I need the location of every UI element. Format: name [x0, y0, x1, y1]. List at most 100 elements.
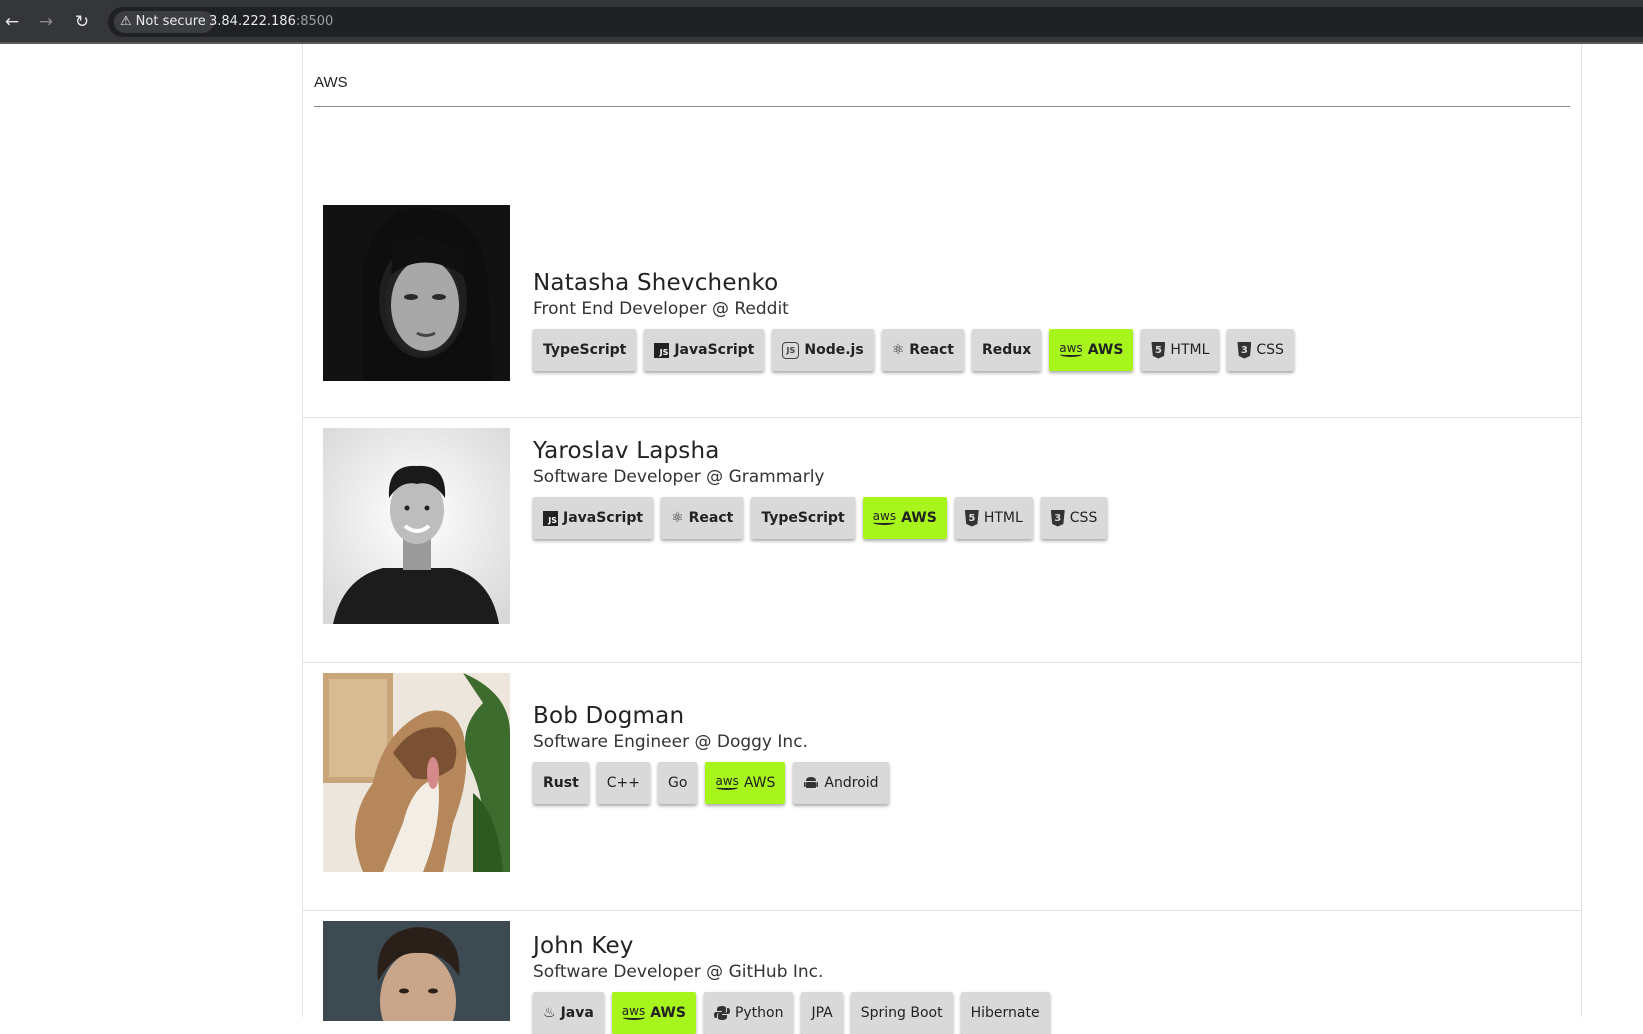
- person-name: Bob Dogman: [533, 703, 685, 729]
- skill-label: Spring Boot: [860, 1005, 943, 1021]
- skill-chip-java[interactable]: ♨ Java: [533, 992, 604, 1034]
- skill-label: AWS: [650, 1005, 686, 1021]
- person-role: Software Developer @ Grammarly: [533, 467, 825, 487]
- skill-chip-aws[interactable]: aws AWS: [611, 992, 696, 1034]
- skill-label: Redux: [981, 342, 1032, 358]
- skill-label: Java: [560, 1005, 594, 1021]
- skill-label: AWS: [743, 775, 776, 791]
- skill-label: TypeScript: [543, 342, 627, 358]
- skill-chip-react[interactable]: ⚛ React: [881, 329, 964, 371]
- skill-label: JavaScript: [674, 342, 755, 358]
- skill-chip-css[interactable]: 3 CSS: [1040, 497, 1108, 539]
- person-info: Natasha Shevchenko Front End Developer @…: [533, 270, 1294, 371]
- skill-chip-hibernate[interactable]: Hibernate: [960, 992, 1050, 1034]
- skill-chip-react[interactable]: ⚛ React: [661, 497, 744, 539]
- skill-chip-aws[interactable]: aws AWS: [705, 762, 786, 804]
- person-info: Yaroslav Lapsha Software Developer @ Gra…: [533, 438, 1108, 539]
- browser-toolbar: ← → ↻ ⚠ Not secure 3.84.222.186:8500: [0, 0, 1643, 44]
- warning-triangle-icon: ⚠: [120, 14, 132, 29]
- skill-chip-javascript[interactable]: JS JavaScript: [533, 497, 654, 539]
- skill-label: HTML: [1170, 342, 1210, 358]
- nodejs-icon: JS: [782, 341, 800, 359]
- person-name: Natasha Shevchenko: [533, 270, 779, 296]
- skill-label: AWS: [1087, 342, 1124, 358]
- html5-icon: 5: [1151, 341, 1166, 359]
- back-arrow-icon[interactable]: ←: [0, 10, 24, 34]
- skill-chip-python[interactable]: Python: [703, 992, 794, 1034]
- person-info: Bob Dogman Software Engineer @ Doggy Inc…: [533, 703, 889, 804]
- skill-label: JPA: [811, 1005, 833, 1021]
- skill-chip-typescript[interactable]: TypeScript: [533, 329, 637, 371]
- aws-icon: aws: [1059, 341, 1083, 357]
- aws-icon: aws: [621, 1004, 646, 1020]
- url-port: :8500: [295, 14, 334, 29]
- python-icon: [713, 1005, 730, 1021]
- person-card: Natasha Shevchenko Front End Developer @…: [303, 138, 1581, 418]
- address-bar[interactable]: ⚠ Not secure 3.84.222.186:8500: [108, 7, 1643, 37]
- title-divider: [314, 106, 1570, 107]
- react-icon: ⚛: [891, 342, 905, 358]
- person-card: Yaroslav Lapsha Software Developer @ Gra…: [303, 418, 1581, 663]
- skill-chip-cpp[interactable]: C++: [596, 762, 651, 804]
- skill-label: Python: [734, 1005, 784, 1021]
- skill-list: TypeScript JS JavaScript JS Node.js ⚛ React…: [533, 329, 1294, 371]
- person-info: John Key Software Developer @ GitHub Inc…: [533, 933, 1050, 1034]
- skill-chip-css[interactable]: 3 CSS: [1227, 329, 1294, 371]
- skill-label: C++: [606, 775, 641, 791]
- aws-icon: aws: [715, 774, 739, 790]
- skill-chip-rust[interactable]: Rust: [533, 762, 589, 804]
- skill-label: Node.js: [804, 342, 864, 358]
- skill-chip-html[interactable]: 5 HTML: [1141, 329, 1220, 371]
- forward-arrow-icon[interactable]: →: [34, 10, 58, 34]
- skill-label: React: [909, 342, 954, 358]
- skill-chip-jpa[interactable]: JPA: [801, 992, 843, 1034]
- person-name: John Key: [533, 933, 634, 959]
- skill-chip-nodejs[interactable]: JS Node.js: [772, 329, 874, 371]
- html5-icon: 5: [964, 509, 979, 527]
- skill-label: React: [688, 510, 734, 526]
- security-chip[interactable]: ⚠ Not secure: [114, 11, 214, 33]
- skill-label: Android: [824, 775, 879, 791]
- skill-chip-typescript[interactable]: TypeScript: [751, 497, 855, 539]
- skill-label: Rust: [543, 775, 579, 791]
- section-title: AWS: [314, 74, 348, 91]
- aws-icon: aws: [872, 509, 897, 525]
- page-content: AWS Natasha Shevchenko Front End Develop…: [302, 44, 1582, 1034]
- react-icon: ⚛: [671, 510, 684, 526]
- skill-label: Hibernate: [970, 1005, 1040, 1021]
- security-label: Not secure: [135, 14, 206, 29]
- skill-label: TypeScript: [761, 510, 845, 526]
- person-name: Yaroslav Lapsha: [533, 438, 720, 464]
- skill-chip-android[interactable]: Android: [793, 762, 889, 804]
- url-host: 3.84.222.186: [209, 14, 296, 29]
- skill-chip-html[interactable]: 5 HTML: [954, 497, 1033, 539]
- skill-chip-aws[interactable]: aws AWS: [1049, 329, 1134, 371]
- person-role: Software Engineer @ Doggy Inc.: [533, 732, 808, 752]
- css3-icon: 3: [1237, 341, 1252, 359]
- css3-icon: 3: [1050, 509, 1065, 527]
- skill-list: JS JavaScript ⚛ React TypeScript aws AWS 5H…: [533, 497, 1108, 539]
- js-icon: JS: [654, 342, 670, 358]
- skill-chip-aws[interactable]: aws AWS: [862, 497, 947, 539]
- skill-chip-redux[interactable]: Redux: [971, 329, 1042, 371]
- reload-icon[interactable]: ↻: [70, 10, 94, 34]
- skill-chip-go[interactable]: Go: [658, 762, 698, 804]
- person-role: Software Developer @ GitHub Inc.: [533, 962, 824, 982]
- url-text[interactable]: 3.84.222.186:8500: [209, 7, 333, 37]
- skill-chip-spring-boot[interactable]: Spring Boot: [850, 992, 953, 1034]
- skill-label: HTML: [983, 510, 1023, 526]
- skill-label: CSS: [1256, 342, 1284, 358]
- avatar: [323, 673, 510, 872]
- skill-label: AWS: [901, 510, 937, 526]
- avatar: [323, 205, 510, 381]
- person-card: John Key Software Developer @ GitHub Inc…: [303, 911, 1581, 1034]
- skill-label: CSS: [1069, 510, 1098, 526]
- skill-label: Go: [668, 775, 688, 791]
- avatar: [323, 428, 510, 624]
- skill-chip-javascript[interactable]: JS JavaScript: [644, 329, 765, 371]
- avatar: [323, 921, 510, 1021]
- java-icon: ♨: [543, 1005, 556, 1021]
- skill-list: Rust C++ Go aws AWS Android: [533, 762, 889, 804]
- skill-label: JavaScript: [563, 510, 644, 526]
- js-icon: JS: [543, 510, 558, 526]
